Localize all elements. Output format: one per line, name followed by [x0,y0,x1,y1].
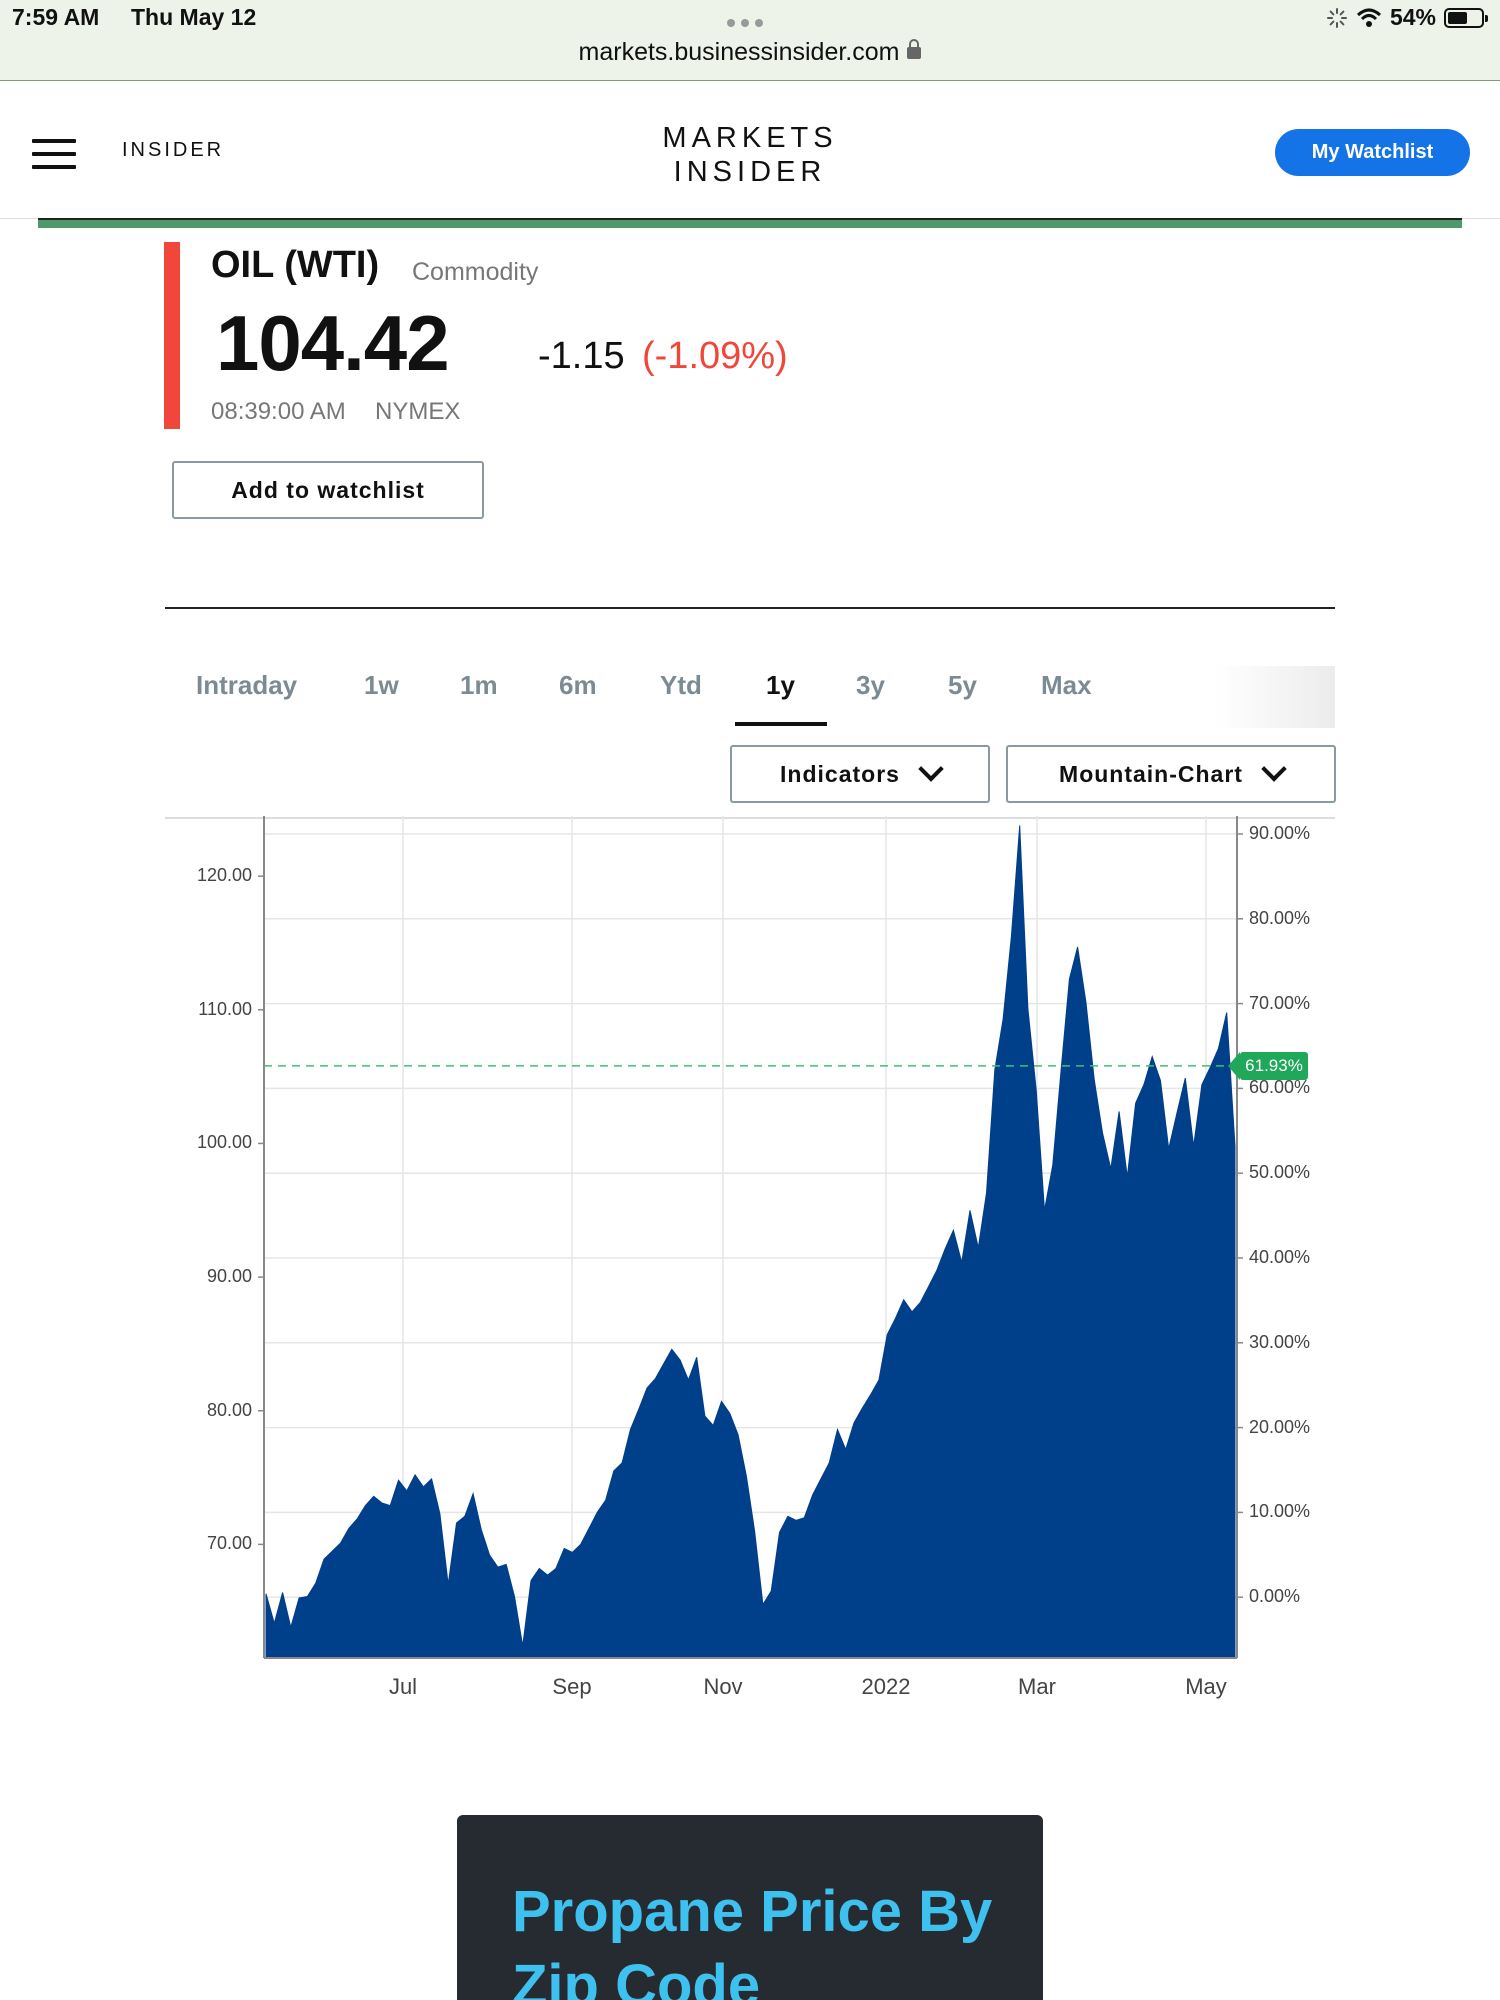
x-tick-label: Jul [388,1674,418,1699]
y-right-tick-label: 40.00% [1249,1247,1311,1267]
tab-intraday[interactable]: Intraday [196,670,297,701]
reference-badge: 61.93% [1228,1051,1308,1080]
banner-ad-strip[interactable] [38,218,1462,228]
price-change-percent: (-1.09%) [642,335,788,377]
tab-1w[interactable]: 1w [364,670,399,701]
chart-type-label: Mountain-Chart [1059,760,1243,787]
y-tick-label: 80.00 [206,1399,252,1420]
price-area-series [265,825,1236,1659]
x-tick-label: 2022 [861,1674,911,1699]
x-tick-label: May [1185,1674,1227,1699]
tab-ytd[interactable]: Ytd [660,670,702,701]
menu-icon[interactable] [32,139,76,169]
logo-line-2: INSIDER [673,156,827,188]
status-bar: 7:59 AM Thu May 12 markets.businessinsid… [0,0,1500,81]
price-chart[interactable]: 120.00 110.00 100.00 90.00 80.00 70.00 90.00%… [0,812,1500,1712]
chart-type-dropdown[interactable]: Mountain-Chart [1006,745,1336,803]
price-change: -1.15 [538,335,625,377]
instrument-type: Commodity [412,258,539,286]
section-divider [165,607,1335,609]
tab-5y[interactable]: 5y [948,670,977,701]
y-right-tick-label: 70.00% [1249,992,1311,1013]
x-tick-label: Mar [1018,1674,1056,1699]
x-tick-label: Nov [703,1674,743,1699]
y-right-tick-label: 80.00% [1249,907,1311,928]
y-tick-label: 100.00 [196,1132,252,1153]
tab-1m[interactable]: 1m [460,670,498,701]
indicators-label: Indicators [780,760,900,787]
add-to-watchlist-button[interactable]: Add to watchlist [172,461,484,519]
address-bar[interactable]: markets.businessinsider.com [0,38,1500,67]
battery-percent: 54% [1389,4,1436,30]
y-tick-label: 70.00 [206,1533,252,1554]
system-indicators: 54% [1326,4,1488,31]
range-tabs: Intraday 1w 1m 6m Ytd 1y 3y 5y Max [165,660,1335,730]
active-tab-indicator [735,722,827,726]
tab-max[interactable]: Max [1041,670,1092,701]
y-right-tick-label: 90.00% [1249,823,1311,843]
y-right-tick-label: 10.00% [1249,1501,1311,1522]
lock-icon [907,39,922,59]
tabs-scroll-fade [1215,666,1335,728]
exchange: NYMEX [375,398,461,425]
y-tick-label: 120.00 [196,865,252,886]
chevron-down-icon [1261,756,1287,782]
y-right-tick-label: 50.00% [1249,1162,1311,1183]
site-header: INSIDER MARKETS INSIDER My Watchlist [0,81,1500,219]
wifi-icon [1356,8,1381,27]
chevron-down-icon [918,756,944,782]
status-time: 7:59 AM [12,4,100,30]
more-dots-icon[interactable] [727,14,773,27]
y-right-tick-label: 60.00% [1249,1077,1311,1098]
quote-time: 08:39:00 AM [211,398,346,425]
y-right-tick-label: 0.00% [1249,1586,1301,1607]
propane-ad[interactable]: Propane Price By Zip Code [457,1815,1043,2000]
markets-insider-logo[interactable]: MARKETS INSIDER [600,121,900,189]
tab-6m[interactable]: 6m [559,670,597,701]
my-watchlist-button[interactable]: My Watchlist [1275,129,1470,176]
loading-spinner-icon [1326,7,1347,28]
price-direction-bar [164,242,180,429]
y-tick-label: 90.00 [206,1266,252,1287]
indicators-dropdown[interactable]: Indicators [730,745,990,803]
ad-title: Propane Price By Zip Code [512,1879,993,2000]
tab-1y[interactable]: 1y [766,670,795,701]
y-right-tick-label: 30.00% [1249,1331,1311,1352]
battery-icon [1444,7,1488,28]
status-date: Thu May 12 [131,4,257,30]
logo-line-1: MARKETS [662,122,838,154]
tab-3y[interactable]: 3y [856,670,885,701]
insider-brand-link[interactable]: INSIDER [122,139,224,162]
url-text: markets.businessinsider.com [578,38,900,66]
instrument-name: OIL (WTI) [211,244,380,286]
y-tick-label: 110.00 [198,998,252,1019]
last-price: 104.42 [216,299,450,387]
x-tick-label: Sep [552,1674,592,1699]
y-right-tick-label: 20.00% [1249,1416,1311,1437]
